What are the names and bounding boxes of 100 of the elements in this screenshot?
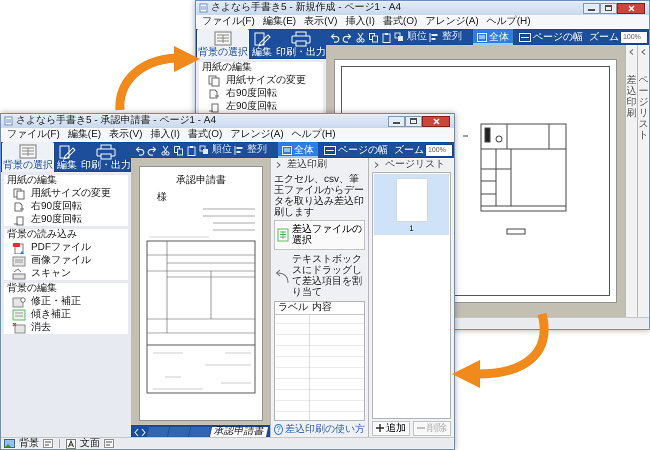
panel-item[interactable]: 画像ファイル (4, 254, 128, 267)
minimize-button[interactable] (583, 2, 600, 14)
menu-item[interactable]: ファイル(F) (7, 129, 60, 141)
maximize-button[interactable] (405, 116, 422, 126)
document-title: 承認申請書 (176, 174, 226, 188)
chevron-right-icon[interactable] (374, 162, 379, 168)
view-tab[interactable]: 全体 (473, 29, 513, 45)
chevron-left-icon (629, 49, 634, 55)
panel-item[interactable]: 左90度回転 (199, 100, 323, 113)
panel-item[interactable]: 右90度回転 (4, 200, 128, 213)
zoom-label: ズーム (394, 144, 424, 158)
layout-icon (17, 144, 39, 160)
panel-item[interactable]: 傾き補正 (4, 308, 128, 321)
add-button[interactable]: 追加 (372, 420, 410, 436)
help-link[interactable]: 差込印刷の使い方 (285, 422, 365, 436)
redo-icon[interactable] (342, 32, 353, 42)
section-heading: 用紙の編集 (201, 62, 253, 74)
maximize-button[interactable] (600, 2, 617, 14)
select-file-button[interactable]: 差込ファイルの選択 (274, 220, 365, 250)
close-icon (432, 118, 440, 124)
menu-item[interactable]: アレンジ(A) (230, 129, 284, 141)
undo-icon[interactable] (134, 144, 145, 156)
menu-item[interactable]: 書式(O) (188, 129, 222, 141)
scissors-icon[interactable] (160, 144, 171, 156)
ribbon-tab[interactable]: 編集 (55, 142, 79, 172)
copy-icon[interactable] (368, 32, 379, 42)
nav-arrows-icon[interactable] (133, 428, 147, 437)
pages-icon (207, 74, 221, 86)
close-button[interactable] (422, 116, 450, 126)
clipboard-icon[interactable] (381, 32, 392, 42)
toggle-icon[interactable] (104, 439, 114, 448)
undo-icon[interactable] (329, 32, 340, 42)
plus-icon (376, 424, 384, 432)
menu-item[interactable]: 表示(V) (109, 129, 142, 141)
zoom-label: ズーム (589, 30, 619, 44)
image-edit-icon (12, 296, 26, 308)
window-title: さよなら手書き5 - 新規作成 - ページ1 - A4 (211, 2, 402, 14)
scissors-icon[interactable] (355, 32, 366, 42)
curved-arrow-icon (274, 268, 290, 284)
toggle-icon[interactable] (43, 439, 53, 448)
panel-item[interactable]: 消去 (4, 321, 128, 334)
sheet-tab[interactable] (188, 427, 212, 437)
pages-icon (12, 188, 26, 200)
column-header: ラベル (277, 302, 309, 314)
menu-item[interactable]: 書式(O) (382, 16, 418, 28)
view-tab[interactable]: ページの幅 (320, 142, 392, 158)
ribbon-tab[interactable]: 背景の選択 (197, 29, 249, 59)
spreadsheet-icon (277, 228, 289, 242)
collapsed-panel[interactable]: ページリスト (637, 45, 649, 317)
menu-item[interactable]: ヘルプ(H) (292, 129, 336, 141)
panel-item[interactable]: 右90度回転 (199, 87, 323, 100)
panel-item[interactable]: PDFファイル (4, 241, 128, 254)
redo-icon[interactable] (147, 144, 158, 156)
panel-item[interactable]: 修正・補正 (4, 295, 128, 308)
page-width-icon (324, 146, 336, 154)
menu-item[interactable]: ヘルプ(H) (486, 16, 531, 28)
menu-item[interactable]: ファイル(F) (202, 16, 255, 28)
scanner-icon (12, 268, 26, 280)
menu-item[interactable]: アレンジ(A) (425, 16, 479, 28)
menu-item[interactable]: 編集(E) (262, 16, 296, 28)
panel-title: ページリスト (385, 159, 445, 171)
align-icon (234, 144, 245, 156)
order-button[interactable]: 順位 (199, 144, 232, 156)
panel-item[interactable]: 用紙サイズの変更 (199, 74, 323, 87)
view-tab[interactable]: ページの幅 (515, 29, 587, 45)
window-title: さよなら手書き5 - 承認申請書 - ページ1 - A4 (16, 115, 216, 127)
panel-item[interactable]: 用紙サイズの変更 (4, 187, 128, 200)
ribbon-tab[interactable]: 背景の選択 (2, 142, 54, 172)
addressee-text: 様 (157, 190, 167, 205)
order-button[interactable]: 順位 (394, 31, 427, 43)
letter-icon (66, 438, 76, 448)
close-icon (628, 4, 634, 12)
clipboard-icon[interactable] (186, 144, 197, 156)
ribbon-tab[interactable]: 編集 (250, 29, 274, 59)
layout-icon (212, 31, 234, 47)
status-label: 文面 (80, 438, 100, 449)
page-number: 1 (409, 224, 414, 233)
ribbon-tab[interactable]: 印刷・出力 (80, 142, 132, 172)
page-list-item[interactable]: 1 (374, 174, 449, 235)
layers-icon (199, 144, 210, 156)
align-button[interactable]: 整列 (234, 144, 267, 156)
sheet-tab[interactable]: 承認申請書 (210, 427, 268, 437)
copy-icon[interactable] (173, 144, 184, 156)
close-button[interactable] (617, 2, 645, 14)
minimize-button[interactable] (388, 116, 405, 126)
menu-item[interactable]: 挿入(I) (150, 129, 180, 141)
panel-item[interactable]: 左90度回転 (4, 213, 128, 226)
menu-item[interactable]: 挿入(I) (345, 16, 375, 28)
panel-title: 差込印刷 (287, 159, 327, 171)
picture-icon (4, 439, 15, 448)
menu-item[interactable]: 表示(V) (304, 16, 338, 28)
collapsed-panel[interactable]: 差込印刷 (625, 45, 637, 317)
view-tab[interactable]: 全体 (278, 142, 318, 158)
ribbon-tab[interactable]: 印刷・出力 (275, 29, 327, 59)
chevron-right-icon[interactable] (276, 162, 281, 168)
panel-item[interactable]: スキャン (4, 267, 128, 280)
page-icon (477, 32, 487, 42)
menu-item[interactable]: 編集(E) (68, 129, 102, 141)
align-button[interactable]: 整列 (429, 31, 462, 43)
hint-text: テキストボックスにドラッグして差込項目を割り当て (292, 254, 363, 298)
